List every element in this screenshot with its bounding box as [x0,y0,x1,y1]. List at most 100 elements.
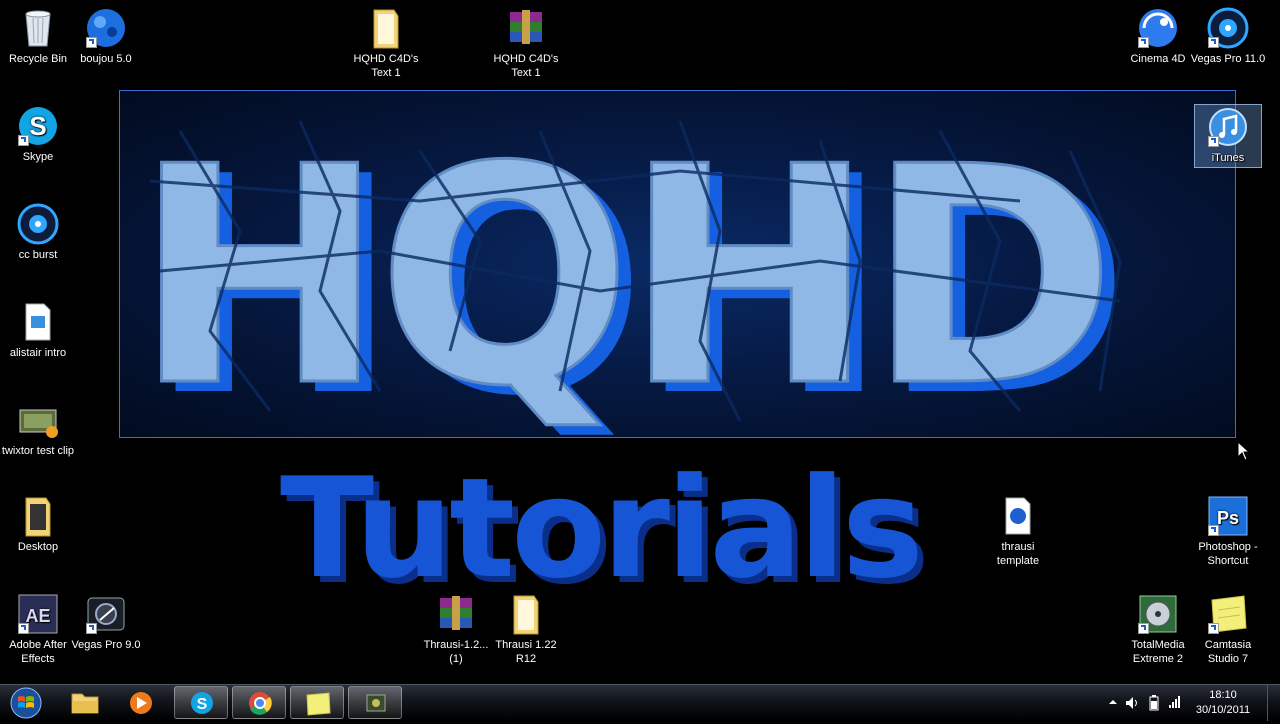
cinema4d-shortcut[interactable]: Cinema 4D [1120,6,1196,66]
recycle-bin-shortcut[interactable]: Recycle Bin [0,6,76,66]
mouse-cursor-icon [1237,441,1251,461]
hqhd-folder-shortcut[interactable]: HQHD C4D's Text 1 [348,6,424,80]
totalmedia-icon [1136,592,1180,636]
media-file-icon [16,300,60,344]
after-effects-icon: AE [16,592,60,636]
itunes-icon [1206,105,1250,149]
clock-time: 18:10 [1209,689,1237,701]
vegas11-label: Vegas Pro 11.0 [1190,53,1266,65]
windows-logo-icon [10,687,42,719]
shortcut-arrow-icon [1138,37,1149,48]
shortcut-arrow-icon [1208,525,1219,536]
skype-icon: S [191,692,213,714]
itunes-label: iTunes [1211,152,1245,164]
svg-text:HQHD: HQHD [134,103,1108,438]
thrausi-folder-label: Thrausi 1.22 R12 [495,639,557,665]
cinema4d-icon [1136,6,1180,50]
vegas-icon [1206,6,1250,50]
cc-burst-label: cc burst [18,249,58,261]
svg-text:S: S [29,111,46,141]
battery-icon[interactable] [1148,695,1160,711]
taskbar-camtasia-recorder-button[interactable] [348,686,402,719]
camtasia-icon [1206,592,1250,636]
thrausi-template-shortcut[interactable]: thrausi template [980,494,1056,568]
chrome-icon [249,692,272,715]
cc-burst-shortcut[interactable]: cc burst [0,202,76,262]
thrausi-folder-shortcut[interactable]: Thrausi 1.22 R12 [488,592,564,666]
shortcut-arrow-icon [18,623,29,634]
hqhd-archive-shortcut[interactable]: HQHD C4D's Text 1 [488,6,564,80]
twixtor-shortcut[interactable]: twixtor test clip [0,398,76,458]
taskbar-explorer-button[interactable] [58,686,112,719]
shortcut-arrow-icon [18,135,29,146]
skype-icon: S [16,104,60,148]
hqhd-logo: HQHD HQHD [133,102,1131,438]
after-effects-shortcut[interactable]: AE Adobe After Effects [0,592,76,666]
vegas-icon [16,202,60,246]
photoshop-shortcut[interactable]: Ps Photoshop - Shortcut [1190,494,1266,568]
sticky-notes-icon [306,692,331,716]
taskbar-clock[interactable]: 18:10 30/10/2011 [1188,688,1258,718]
desktop-folder-label: Desktop [17,541,59,553]
boujou-shortcut[interactable]: boujou 5.0 [68,6,144,66]
vegas9-label: Vegas Pro 9.0 [71,639,141,651]
camtasia-label: Camtasia Studio 7 [1204,639,1252,665]
alistair-intro-label: alistair intro [9,347,67,359]
boujou-label: boujou 5.0 [80,53,132,65]
skype-shortcut[interactable]: S Skype [0,104,76,164]
totalmedia-label: TotalMedia Extreme 2 [1131,639,1185,665]
photoshop-label: Photoshop - Shortcut [1198,541,1258,567]
twixtor-label: twixtor test clip [1,445,75,457]
show-desktop-button[interactable] [1267,685,1280,721]
desktop-folder-shortcut[interactable]: Desktop [0,494,76,554]
boujou-icon [84,6,128,50]
system-tray: 18:10 30/10/2011 [1090,685,1280,721]
shortcut-arrow-icon [86,623,97,634]
folder-icon [364,6,408,50]
vegas-icon [84,592,128,636]
tutorials-wordmark: Tutorials Tutorials [280,448,930,602]
recycle-bin-icon [16,6,60,50]
thrausi-archive-label: Thrausi-1.2... (1) [423,639,489,665]
taskbar-chrome-button[interactable] [232,686,286,719]
camtasia-shortcut[interactable]: Camtasia Studio 7 [1190,592,1266,666]
after-effects-label: Adobe After Effects [9,639,67,665]
svg-text:Ps: Ps [1217,508,1239,528]
video-clip-icon [16,398,60,442]
itunes-shortcut[interactable]: iTunes [1194,104,1262,168]
volume-icon[interactable] [1124,695,1140,711]
start-button[interactable] [6,686,46,720]
folder-icon [16,494,60,538]
shortcut-arrow-icon [86,37,97,48]
taskbar-sticky-notes-button[interactable] [290,686,344,719]
taskbar-skype-button[interactable]: S [174,686,228,719]
clock-date: 30/10/2011 [1195,704,1251,716]
show-hidden-icons-icon[interactable] [1108,697,1118,707]
winrar-archive-icon [434,592,478,636]
c4d-file-icon [996,494,1040,538]
recycle-bin-label: Recycle Bin [8,53,68,65]
svg-text:S: S [197,696,208,713]
vegas11-shortcut[interactable]: Vegas Pro 11.0 [1190,6,1266,66]
alistair-intro-shortcut[interactable]: alistair intro [0,300,76,360]
camtasia-recorder-icon [366,694,386,712]
hqhd-archive-label: HQHD C4D's Text 1 [493,53,559,79]
shortcut-arrow-icon [1208,37,1219,48]
taskbar-media-player-button[interactable] [114,686,168,719]
thrausi-archive-shortcut[interactable]: Thrausi-1.2... (1) [418,592,494,666]
shortcut-arrow-icon [1208,136,1219,147]
vegas9-shortcut[interactable]: Vegas Pro 9.0 [68,592,144,652]
hqhd-banner: HQHD HQHD [119,90,1236,438]
svg-text:Tutorials: Tutorials [280,448,920,602]
winrar-archive-icon [504,6,548,50]
hqhd-folder-label: HQHD C4D's Text 1 [353,53,419,79]
cinema4d-label: Cinema 4D [1130,53,1186,65]
shortcut-arrow-icon [1138,623,1149,634]
svg-text:AE: AE [25,606,50,626]
totalmedia-shortcut[interactable]: TotalMedia Extreme 2 [1120,592,1196,666]
thrausi-template-label: thrausi template [996,541,1040,567]
taskbar: S 18:10 30/10/2011 [0,684,1280,721]
network-signal-icon[interactable] [1168,695,1182,709]
folder-icon [504,592,548,636]
photoshop-icon: Ps [1206,494,1250,538]
